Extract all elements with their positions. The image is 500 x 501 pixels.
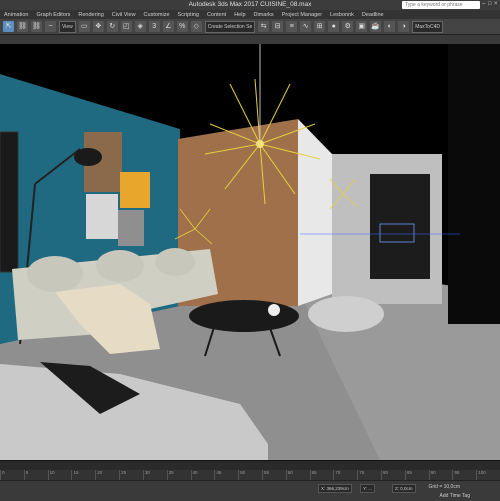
sofa-cushion-left (27, 256, 83, 292)
ruler-tick: 30 (142, 470, 167, 480)
close-icon[interactable]: × (494, 1, 498, 8)
menu-dimarks[interactable]: Dimarks (254, 12, 274, 18)
menu-rendering[interactable]: Rendering (78, 12, 103, 18)
spinner-snap-icon[interactable]: ◇ (190, 21, 202, 32)
ruler-tick: 80 (381, 470, 405, 480)
ruler-tick: 95 (452, 470, 476, 480)
maximize-icon[interactable]: □ (488, 1, 492, 8)
ruler-tick: 60 (285, 470, 310, 480)
chandelier-bulb (256, 140, 264, 148)
ruler-tick: 25 (119, 470, 143, 480)
menu-customize[interactable]: Customize (144, 12, 170, 18)
menu-graph-editors[interactable]: Graph Editors (36, 12, 70, 18)
main-toolbar: ⇱ ⛓ ⛓ ~ View ▭ ✥ ↻ ◰ ◈ 3 ∠ % ◇ Create Se… (0, 19, 500, 35)
title-bar: Autodesk 3ds Max 2017 CUISINE_08.max Typ… (0, 0, 500, 10)
vase (268, 304, 280, 316)
percent-snap-icon[interactable]: % (176, 21, 188, 32)
scene-render (0, 44, 500, 460)
unlink-icon[interactable]: ⛓ (31, 21, 42, 32)
ruler-tick: 10 (47, 470, 72, 480)
ruler-tick: 40 (190, 470, 215, 480)
grid-size-readout: Grid = 10,0cm (428, 484, 460, 490)
ruler-tick: 45 (214, 470, 238, 480)
z-coordinate-field[interactable]: Z: 0,0cm (392, 484, 416, 493)
add-time-tag-button[interactable]: Add Time Tag (440, 493, 470, 499)
minimize-icon[interactable]: – (482, 1, 486, 8)
x-coordinate-field[interactable]: X: 366,239cm (318, 484, 352, 493)
curve-editor-icon[interactable]: ∿ (300, 21, 312, 32)
ruler-tick: 15 (71, 470, 95, 480)
status-bar: X: 366,239cm Y: ... Z: 0,0cm Grid = 10,0… (0, 480, 500, 501)
move-icon[interactable]: ✥ (92, 21, 104, 32)
select-icon[interactable]: ⇱ (3, 21, 14, 32)
scale-icon[interactable]: ◰ (120, 21, 132, 32)
ruler-tick: 90 (428, 470, 453, 480)
y-coordinate-field[interactable]: Y: ... (360, 484, 376, 493)
floor-lamp-shade (74, 148, 102, 166)
yellow-artwork (120, 172, 150, 208)
menu-animation[interactable]: Animation (4, 12, 28, 18)
extra-tool2-icon[interactable]: ◑ (398, 21, 410, 32)
ruler-tick: 85 (404, 470, 429, 480)
layer-icon[interactable]: ≡ (286, 21, 298, 32)
pouf (308, 296, 384, 332)
menu-scripting[interactable]: Scripting (178, 12, 199, 18)
ruler-tick: 50 (238, 470, 262, 480)
menu-project-manager[interactable]: Project Manager (282, 12, 322, 18)
selection-set-dropdown[interactable]: Create Selection Se (204, 20, 256, 33)
time-ruler: 0 5 10 15 20 25 30 35 40 45 50 55 60 65 … (0, 470, 500, 480)
ruler-tick: 100 (476, 470, 500, 480)
window-frame (0, 131, 19, 273)
menu-deadline[interactable]: Deadline (362, 12, 384, 18)
extra-tool-icon[interactable]: ◐ (384, 21, 396, 32)
hallway-door (370, 174, 430, 279)
ruler-tick: 35 (166, 470, 191, 480)
window-controls: – □ × (482, 1, 498, 8)
link-icon[interactable]: ⛓ (17, 21, 28, 32)
ruler-tick: 0 (0, 470, 24, 480)
menu-bar: Animation Graph Editors Rendering Civil … (0, 10, 500, 19)
gray-artwork (118, 210, 144, 246)
search-input[interactable]: Type a keyword or phrase (402, 1, 480, 9)
right-wall (448, 44, 500, 324)
placement-icon[interactable]: ◈ (134, 21, 146, 32)
coffee-table (189, 300, 299, 332)
render-icon[interactable]: ☕ (370, 21, 382, 32)
mirror-icon[interactable]: ⇆ (258, 21, 270, 32)
ruler-tick: 55 (261, 470, 286, 480)
menu-help[interactable]: Help (234, 12, 245, 18)
ruler-tick: 5 (23, 470, 48, 480)
menu-lesbonnk[interactable]: Lesbonnk (330, 12, 354, 18)
white-artwork (86, 194, 118, 239)
select-region-icon[interactable]: ▭ (78, 21, 90, 32)
angle-snap-icon[interactable]: ∠ (162, 21, 174, 32)
ruler-tick: 75 (357, 470, 381, 480)
render-frame-icon[interactable]: ▣ (356, 21, 368, 32)
sofa-cushion-right (155, 248, 195, 276)
align-icon[interactable]: ⊟ (272, 21, 284, 32)
menu-content[interactable]: Content (207, 12, 226, 18)
bind-icon[interactable]: ~ (45, 21, 56, 32)
sofa-cushion-mid (96, 250, 144, 282)
snap-icon[interactable]: 3 (148, 21, 160, 32)
ruler-tick: 70 (333, 470, 357, 480)
ruler-tick: 20 (95, 470, 119, 480)
menu-civil-view[interactable]: Civil View (112, 12, 136, 18)
render-setup-icon[interactable]: ⚙ (342, 21, 354, 32)
viewport-perspective[interactable] (0, 44, 500, 460)
maxtoc4d-button[interactable]: MaxToC4D (412, 20, 443, 33)
schematic-icon[interactable]: ⊞ (314, 21, 326, 32)
rotate-icon[interactable]: ↻ (106, 21, 118, 32)
material-editor-icon[interactable]: ● (328, 21, 340, 32)
ruler-tick: 65 (309, 470, 334, 480)
view-select[interactable]: View (59, 20, 76, 33)
